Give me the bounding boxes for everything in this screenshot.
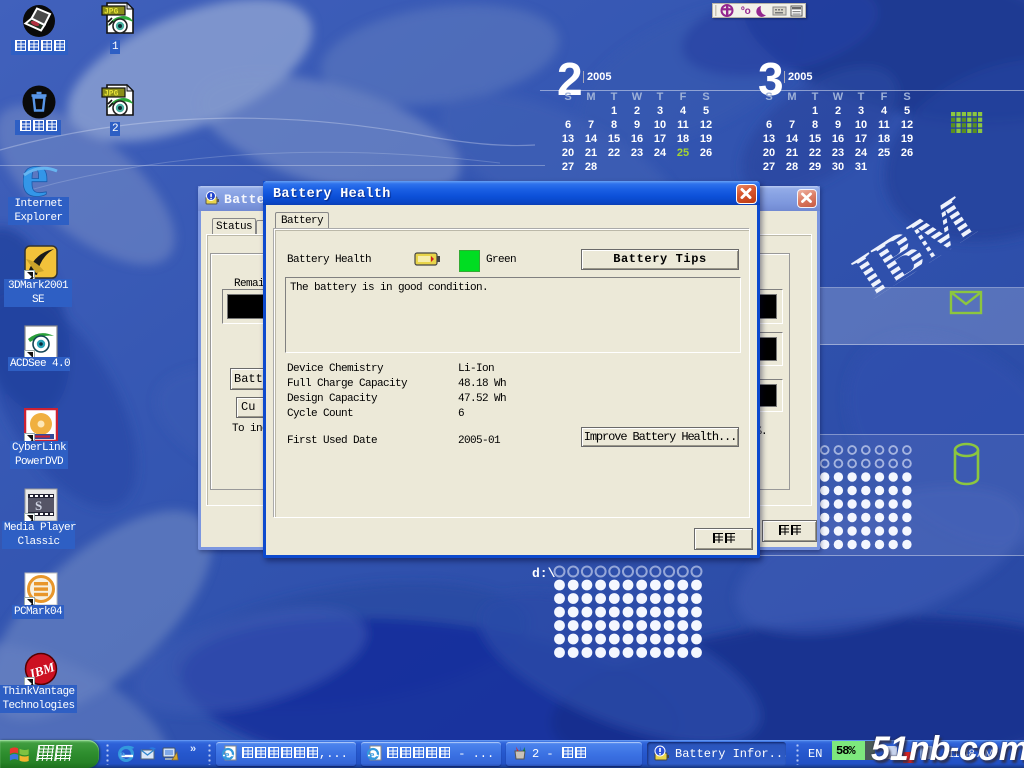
svg-text:JPG: JPG: [104, 90, 119, 99]
svg-text:JPG: JPG: [104, 8, 119, 17]
svg-text:e: e: [119, 748, 125, 763]
svg-text:ºo: ºo: [741, 6, 751, 17]
svg-text:S: S: [35, 498, 42, 513]
svg-text:e: e: [225, 749, 230, 761]
svg-text:e: e: [370, 749, 375, 761]
